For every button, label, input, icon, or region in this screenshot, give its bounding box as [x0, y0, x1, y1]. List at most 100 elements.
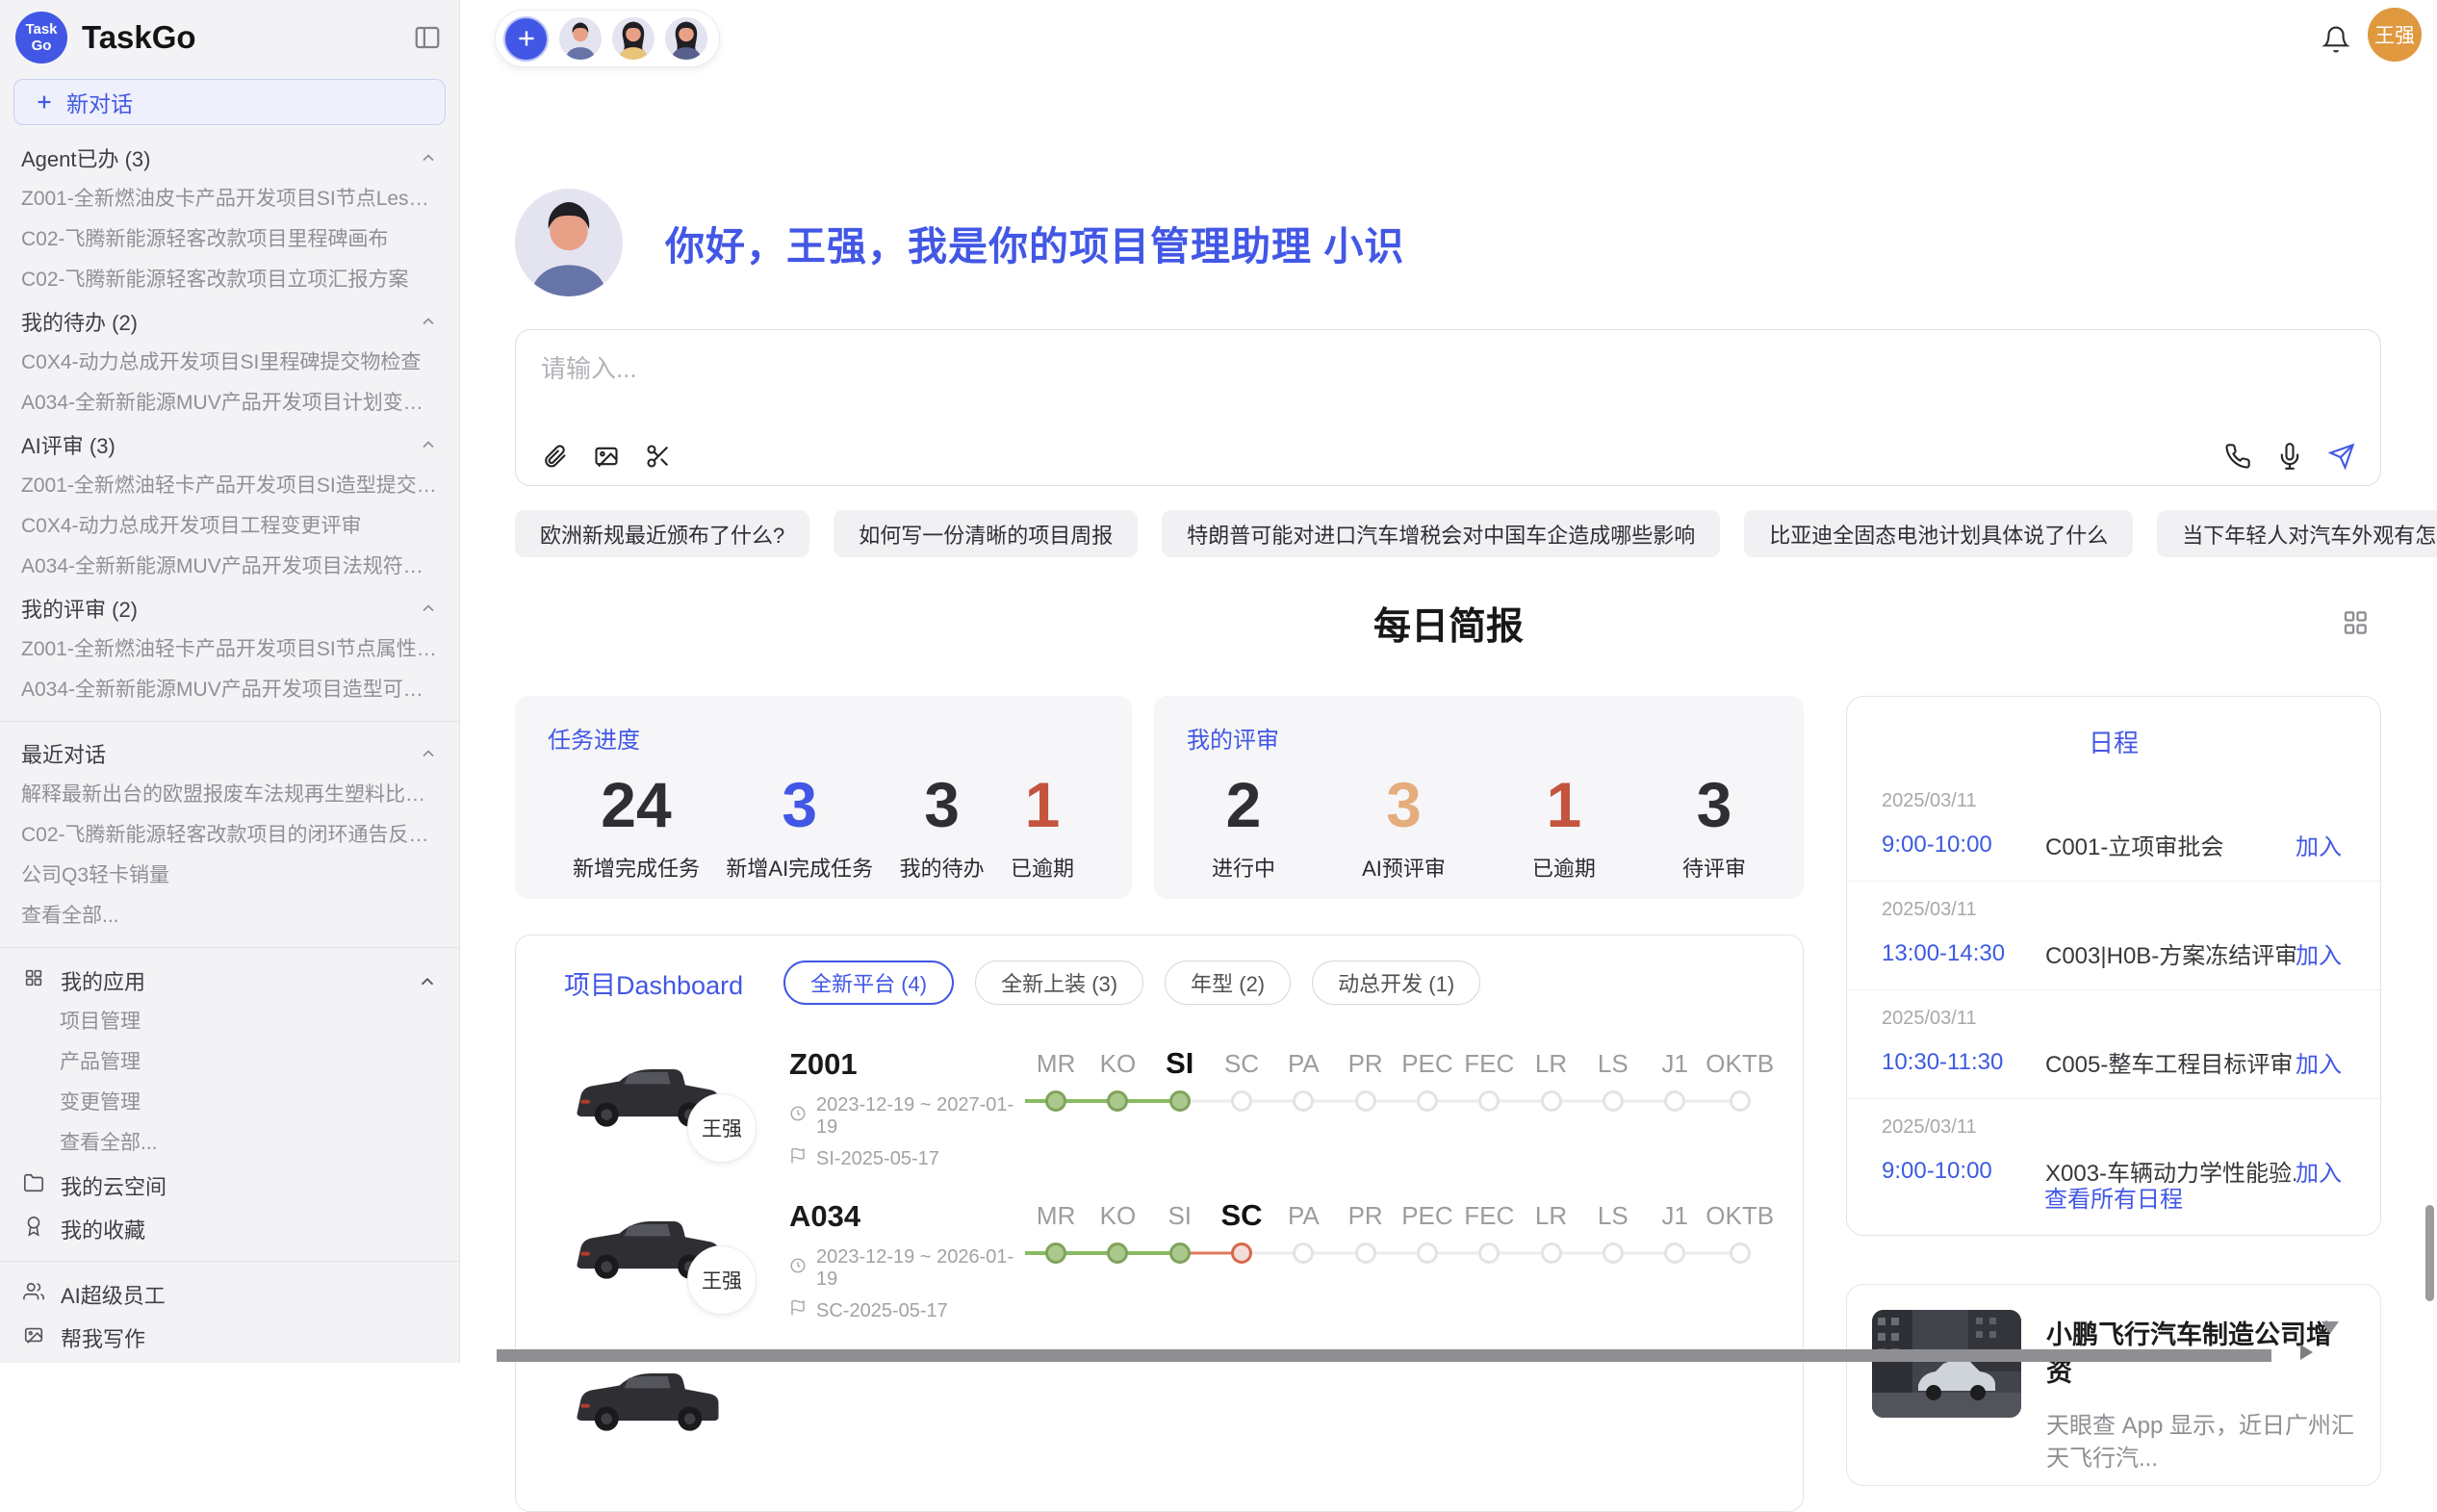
view-all-schedule-link[interactable]: 查看所有日程 — [1847, 1180, 2380, 1214]
event-join-link[interactable]: 加入 — [2296, 936, 2342, 970]
milestone: PA — [1272, 1193, 1334, 1309]
event-join-link[interactable]: 加入 — [2296, 828, 2342, 861]
scroll-right-arrow[interactable] — [2300, 1345, 2313, 1360]
sidebar-task-item[interactable]: C02-飞腾新能源轻客改款项目立项汇报方案 — [0, 260, 459, 300]
sidebar-item-folder[interactable]: 我的云空间 — [0, 1164, 459, 1207]
milestone-dot[interactable] — [1169, 1090, 1191, 1112]
milestone-dot[interactable] — [1664, 1243, 1685, 1264]
milestone-dot[interactable] — [1355, 1243, 1376, 1264]
project-owner-badge[interactable]: 王强 — [687, 1093, 757, 1163]
sidebar-recent-item[interactable]: C02-飞腾新能源轻客改款项目的闭环通告反馈情况 — [0, 815, 459, 856]
sidebar-section-header[interactable]: 我的评审 (2) — [0, 587, 459, 629]
news-card[interactable]: 小鹏飞行汽车制造公司增资 天眼查 App 显示，近日广州汇天飞行汽... — [1846, 1284, 2381, 1486]
sidebar-section-header[interactable]: Agent已办 (3) — [0, 137, 459, 179]
sidebar-divider — [0, 721, 459, 722]
milestone-dot[interactable] — [1107, 1090, 1128, 1112]
suggestion-chip[interactable]: 当下年轻人对汽车外观有怎样的喜好趋势 — [2157, 510, 2437, 557]
milestone-dot[interactable] — [1730, 1243, 1751, 1264]
sidebar-task-item[interactable]: A034-全新新能源MUV产品开发项目计划变更表编写 — [0, 383, 459, 423]
dashboard-filter-chip[interactable]: 动总开发 (1) — [1312, 961, 1480, 1005]
suggestion-chip[interactable]: 如何写一份清晰的项目周报 — [834, 510, 1138, 557]
add-contact-button[interactable] — [503, 16, 549, 62]
milestone-dot[interactable] — [1293, 1243, 1314, 1264]
milestone-dot[interactable] — [1603, 1090, 1624, 1112]
sidebar-collapse-icon[interactable] — [413, 23, 442, 52]
milestone-dot[interactable] — [1045, 1090, 1066, 1112]
milestone-dot[interactable] — [1231, 1090, 1252, 1112]
milestone-dot[interactable] — [1478, 1090, 1500, 1112]
sidebar-section-title: 我的评审 (2) — [21, 593, 138, 624]
sidebar-task-item[interactable]: Z001-全新燃油轻卡产品开发项目SI造型提交物评审 — [0, 466, 459, 506]
new-chat-button[interactable]: 新对话 — [13, 79, 446, 125]
sidebar-tool-image[interactable]: 帮我写作 — [0, 1316, 459, 1359]
milestone-dot[interactable] — [1107, 1243, 1128, 1264]
send-icon[interactable] — [2328, 443, 2355, 470]
attachment-icon[interactable] — [541, 443, 568, 470]
app-logo-line2: Go — [32, 38, 52, 54]
sidebar-app-item[interactable]: 查看全部... — [0, 1123, 459, 1164]
milestone-dot[interactable] — [1293, 1090, 1314, 1112]
clock-icon — [789, 1105, 807, 1128]
horizontal-scrollbar[interactable] — [497, 1349, 2271, 1362]
scissors-icon[interactable] — [645, 443, 672, 470]
suggestion-chip[interactable]: 欧洲新规最近颁布了什么? — [515, 510, 809, 557]
sidebar-task-item[interactable]: A034-全新新能源MUV产品开发项目法规符合性评审 — [0, 547, 459, 587]
stat-label: 新增完成任务 — [573, 852, 700, 883]
sidebar-section-header[interactable]: 我的待办 (2) — [0, 300, 459, 343]
milestone-dot[interactable] — [1231, 1243, 1252, 1264]
project-owner-badge[interactable]: 王强 — [687, 1245, 757, 1315]
sidebar-item-badge[interactable]: 我的收藏 — [0, 1207, 459, 1250]
milestone-dot[interactable] — [1541, 1090, 1562, 1112]
sidebar-item-my-apps[interactable]: 我的应用 — [0, 959, 459, 1002]
chat-input[interactable] — [541, 349, 2355, 413]
project-code[interactable]: Z001 — [789, 1047, 1025, 1082]
milestone-node — [1087, 1086, 1148, 1116]
sidebar-task-item[interactable]: Z001-全新燃油皮卡产品开发项目SI节点Lesson Learn报告 — [0, 179, 459, 219]
sidebar-tool-pen[interactable]: 创意制图 — [0, 1359, 459, 1363]
dashboard-filter-chip[interactable]: 年型 (2) — [1165, 961, 1291, 1005]
suggestion-chip[interactable]: 特朗普可能对进口汽车增税会对中国车企造成哪些影响 — [1162, 510, 1720, 557]
milestone-dot[interactable] — [1355, 1090, 1376, 1112]
microphone-icon[interactable] — [2276, 443, 2303, 470]
milestone-dot[interactable] — [1417, 1090, 1438, 1112]
vertical-scrollbar[interactable] — [2425, 1205, 2434, 1301]
avatar[interactable] — [665, 17, 707, 60]
sidebar-task-item[interactable]: C0X4-动力总成开发项目SI里程碑提交物检查 — [0, 343, 459, 383]
phone-icon[interactable] — [2224, 443, 2251, 470]
sidebar-app-item[interactable]: 项目管理 — [0, 1002, 459, 1042]
avatar[interactable] — [612, 17, 654, 60]
user-avatar[interactable]: 王强 — [2368, 8, 2422, 62]
sidebar-section-header[interactable]: AI评审 (3) — [0, 423, 459, 466]
dashboard-filter-chip[interactable]: 全新上装 (3) — [975, 961, 1143, 1005]
image-icon[interactable] — [593, 443, 620, 470]
milestone-dot[interactable] — [1417, 1243, 1438, 1264]
sidebar-recent-header[interactable]: 最近对话 — [0, 732, 459, 775]
sidebar-task-item[interactable]: C0X4-动力总成开发项目工程变更评审 — [0, 506, 459, 547]
dashboard-filter-chip[interactable]: 全新平台 (4) — [783, 961, 954, 1005]
suggestion-chip[interactable]: 比亚迪全固态电池计划具体说了什么 — [1744, 510, 2133, 557]
milestone-dot[interactable] — [1664, 1090, 1685, 1112]
milestone-dot[interactable] — [1730, 1090, 1751, 1112]
milestone-dot[interactable] — [1045, 1243, 1066, 1264]
milestone: SI — [1149, 1041, 1211, 1157]
sidebar-task-item[interactable]: C02-飞腾新能源轻客改款项目里程碑画布 — [0, 219, 459, 260]
sidebar-app-item[interactable]: 产品管理 — [0, 1042, 459, 1083]
milestone-dot[interactable] — [1541, 1243, 1562, 1264]
notifications-bell-icon[interactable] — [2322, 25, 2350, 54]
event-join-link[interactable]: 加入 — [2296, 1045, 2342, 1079]
milestone-dot[interactable] — [1478, 1243, 1500, 1264]
avatar[interactable] — [559, 17, 602, 60]
sidebar-recent-view-all[interactable]: 查看全部... — [0, 896, 459, 936]
sidebar-task-item[interactable]: Z001-全新燃油轻卡产品开发项目SI节点属性5D文件评审 — [0, 629, 459, 670]
scroll-down-arrow[interactable] — [2322, 1321, 2339, 1334]
milestone-dot[interactable] — [1603, 1243, 1624, 1264]
sidebar-recent-item[interactable]: 公司Q3轻卡销量 — [0, 856, 459, 896]
sidebar-recent-item[interactable]: 解释最新出台的欧盟报废车法规再生塑料比例被调至15%... — [0, 775, 459, 815]
sidebar-task-item[interactable]: A034-全新新能源MUV产品开发项目造型可行性评审 — [0, 670, 459, 710]
project-code[interactable]: A034 — [789, 1199, 1025, 1234]
sidebar-tool-users[interactable]: AI超级员工 — [0, 1272, 459, 1316]
sidebar-app-item[interactable]: 变更管理 — [0, 1083, 459, 1123]
sidebar-section-title: Agent已办 (3) — [21, 142, 151, 173]
briefing-layout-icon[interactable] — [2341, 608, 2370, 637]
milestone-dot[interactable] — [1169, 1243, 1191, 1264]
